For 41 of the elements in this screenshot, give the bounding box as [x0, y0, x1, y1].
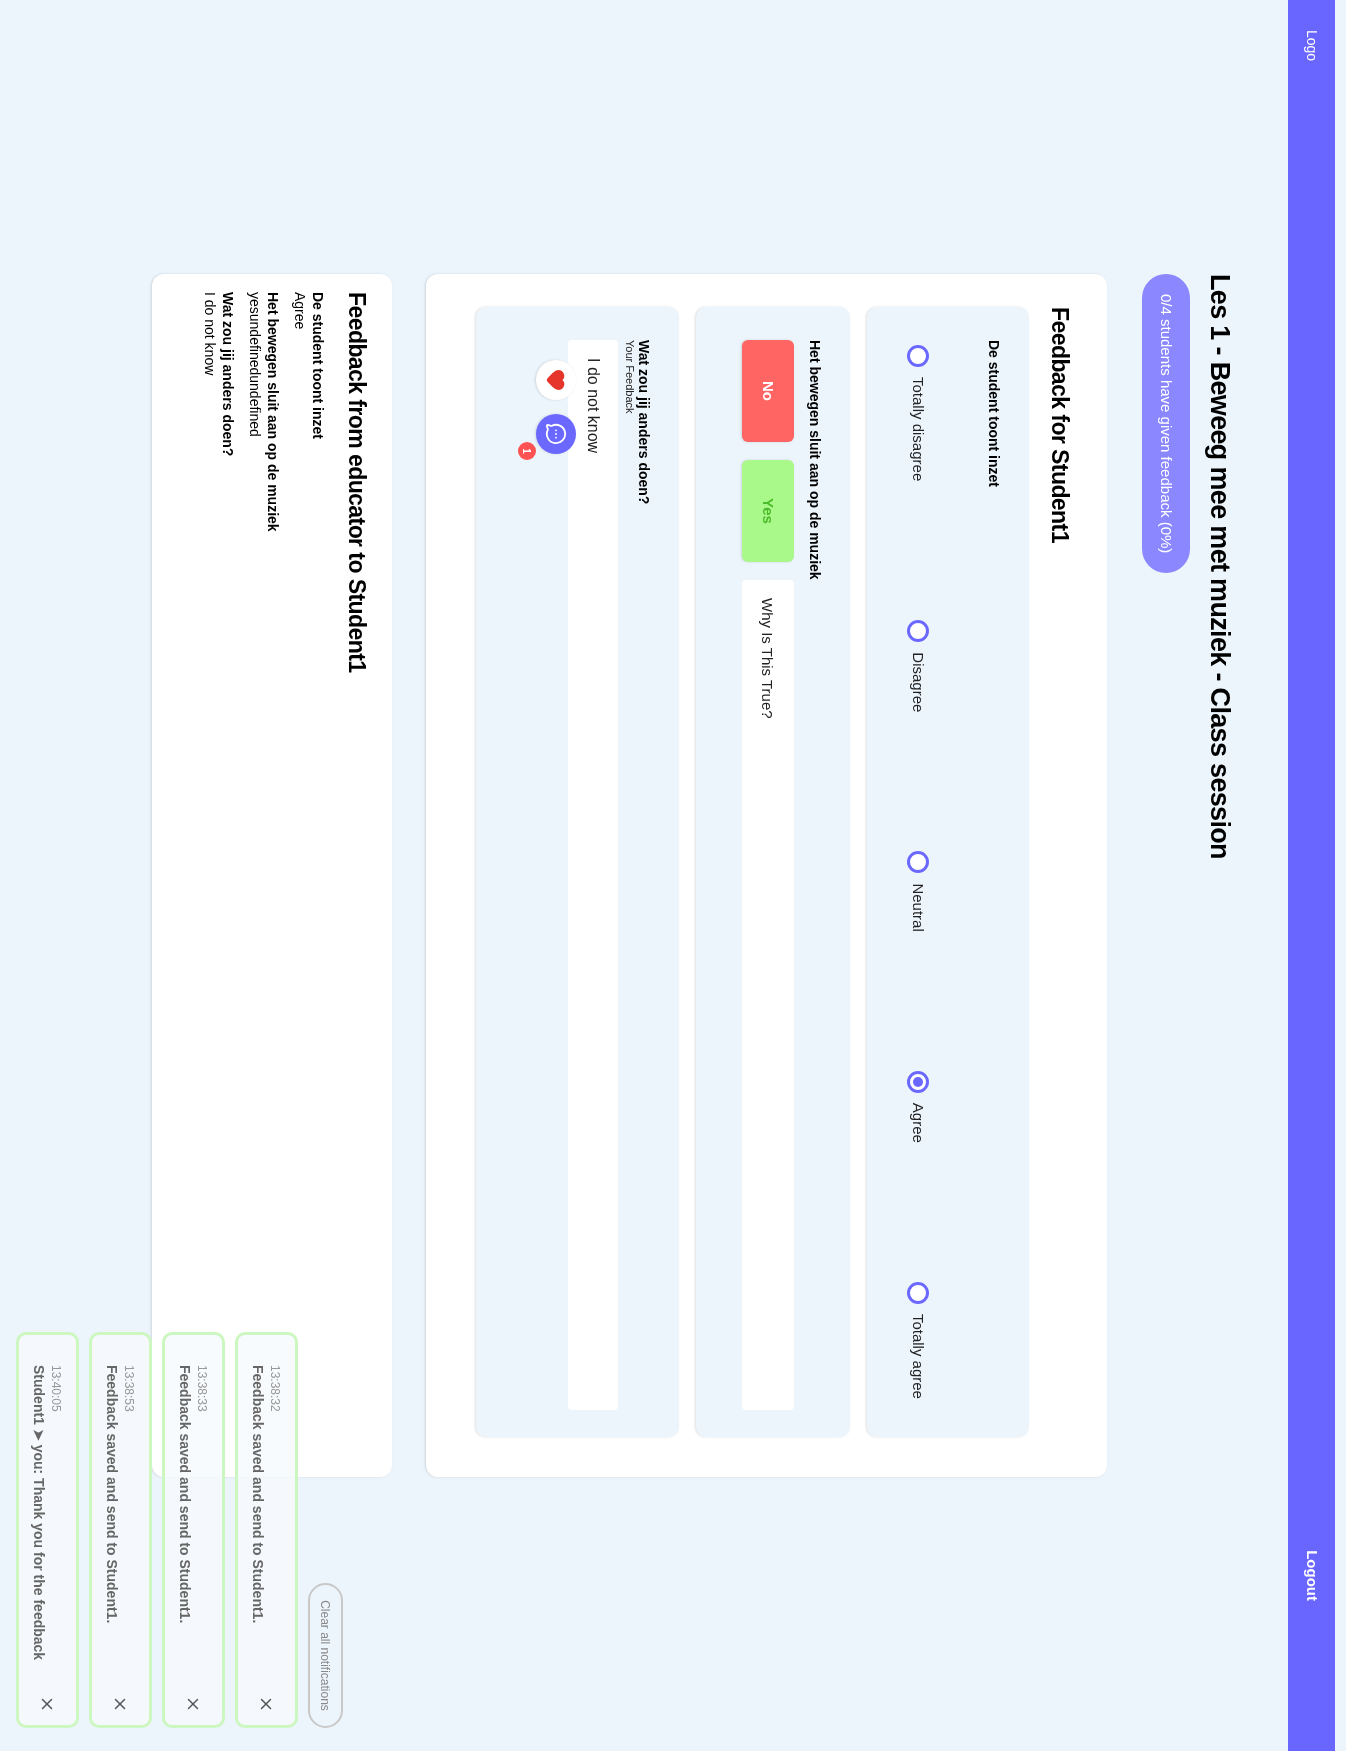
radio-button[interactable] — [906, 1070, 929, 1093]
feedback-field[interactable]: I do not know — [568, 340, 618, 1410]
notification-message: Student1 ➤ you: Thank you for the feedback — [30, 1365, 49, 1663]
question-label: Wat zou jij anders doen? — [637, 340, 651, 507]
radio-button[interactable] — [906, 851, 929, 874]
progress-badge: 0/4 students have given feedback (0%) — [1142, 274, 1190, 574]
like-button[interactable] — [536, 360, 576, 400]
question-label: Het bewegen sluit aan op de muziek — [808, 340, 822, 582]
card-title: Feedback for Student1 — [1048, 307, 1071, 545]
comment-count-badge: 1 — [518, 442, 536, 460]
question-label: De student toont inzet — [309, 292, 327, 439]
notification-message: Feedback saved and send to Student1. — [176, 1365, 195, 1626]
comments-button[interactable] — [536, 414, 576, 454]
notification-time: 13:40:05 — [48, 1365, 65, 1414]
answer-text: yesundefinedundefined — [246, 292, 264, 437]
notification-time: 13:38:53 — [121, 1365, 138, 1414]
question-label: De student toont inzet — [987, 340, 1001, 489]
question-label: Het bewegen sluit aan op de muziek — [264, 292, 282, 532]
reason-field[interactable]: Why Is This True? — [742, 580, 794, 1410]
logo[interactable]: Logo — [1301, 30, 1322, 62]
radio-button[interactable] — [906, 620, 929, 643]
notification-message: Feedback saved and send to Student1. — [249, 1365, 268, 1626]
answer-text: Agree — [291, 292, 309, 330]
notification-time: 13:38:33 — [194, 1365, 211, 1414]
rating-option[interactable]: Neutral — [906, 851, 929, 932]
rating-option[interactable]: Agree — [906, 1070, 929, 1143]
radio-button[interactable] — [906, 345, 929, 367]
chat-icon — [545, 423, 567, 445]
card-title: Feedback from educator to Student1 — [345, 292, 368, 675]
rating-option[interactable]: Totally disagree — [906, 345, 929, 482]
feedback-hint: Your Feedback — [624, 340, 635, 416]
question-label: Wat zou jij anders doen? — [219, 292, 237, 457]
notification-message: Feedback saved and send to Student1. — [103, 1365, 122, 1626]
page-title: Les 1 - Beweeg mee met muziek - Class session — [1204, 274, 1236, 861]
radio-button[interactable] — [906, 1281, 929, 1304]
logout-button[interactable]: Logout — [1300, 1550, 1323, 1601]
notification-time: 13:38:32 — [267, 1365, 284, 1414]
answer-text: I do not know — [201, 292, 219, 376]
heart-icon — [545, 369, 567, 391]
rating-option[interactable]: Totally agree — [906, 1281, 929, 1399]
rating-option[interactable]: Disagree — [906, 620, 929, 713]
